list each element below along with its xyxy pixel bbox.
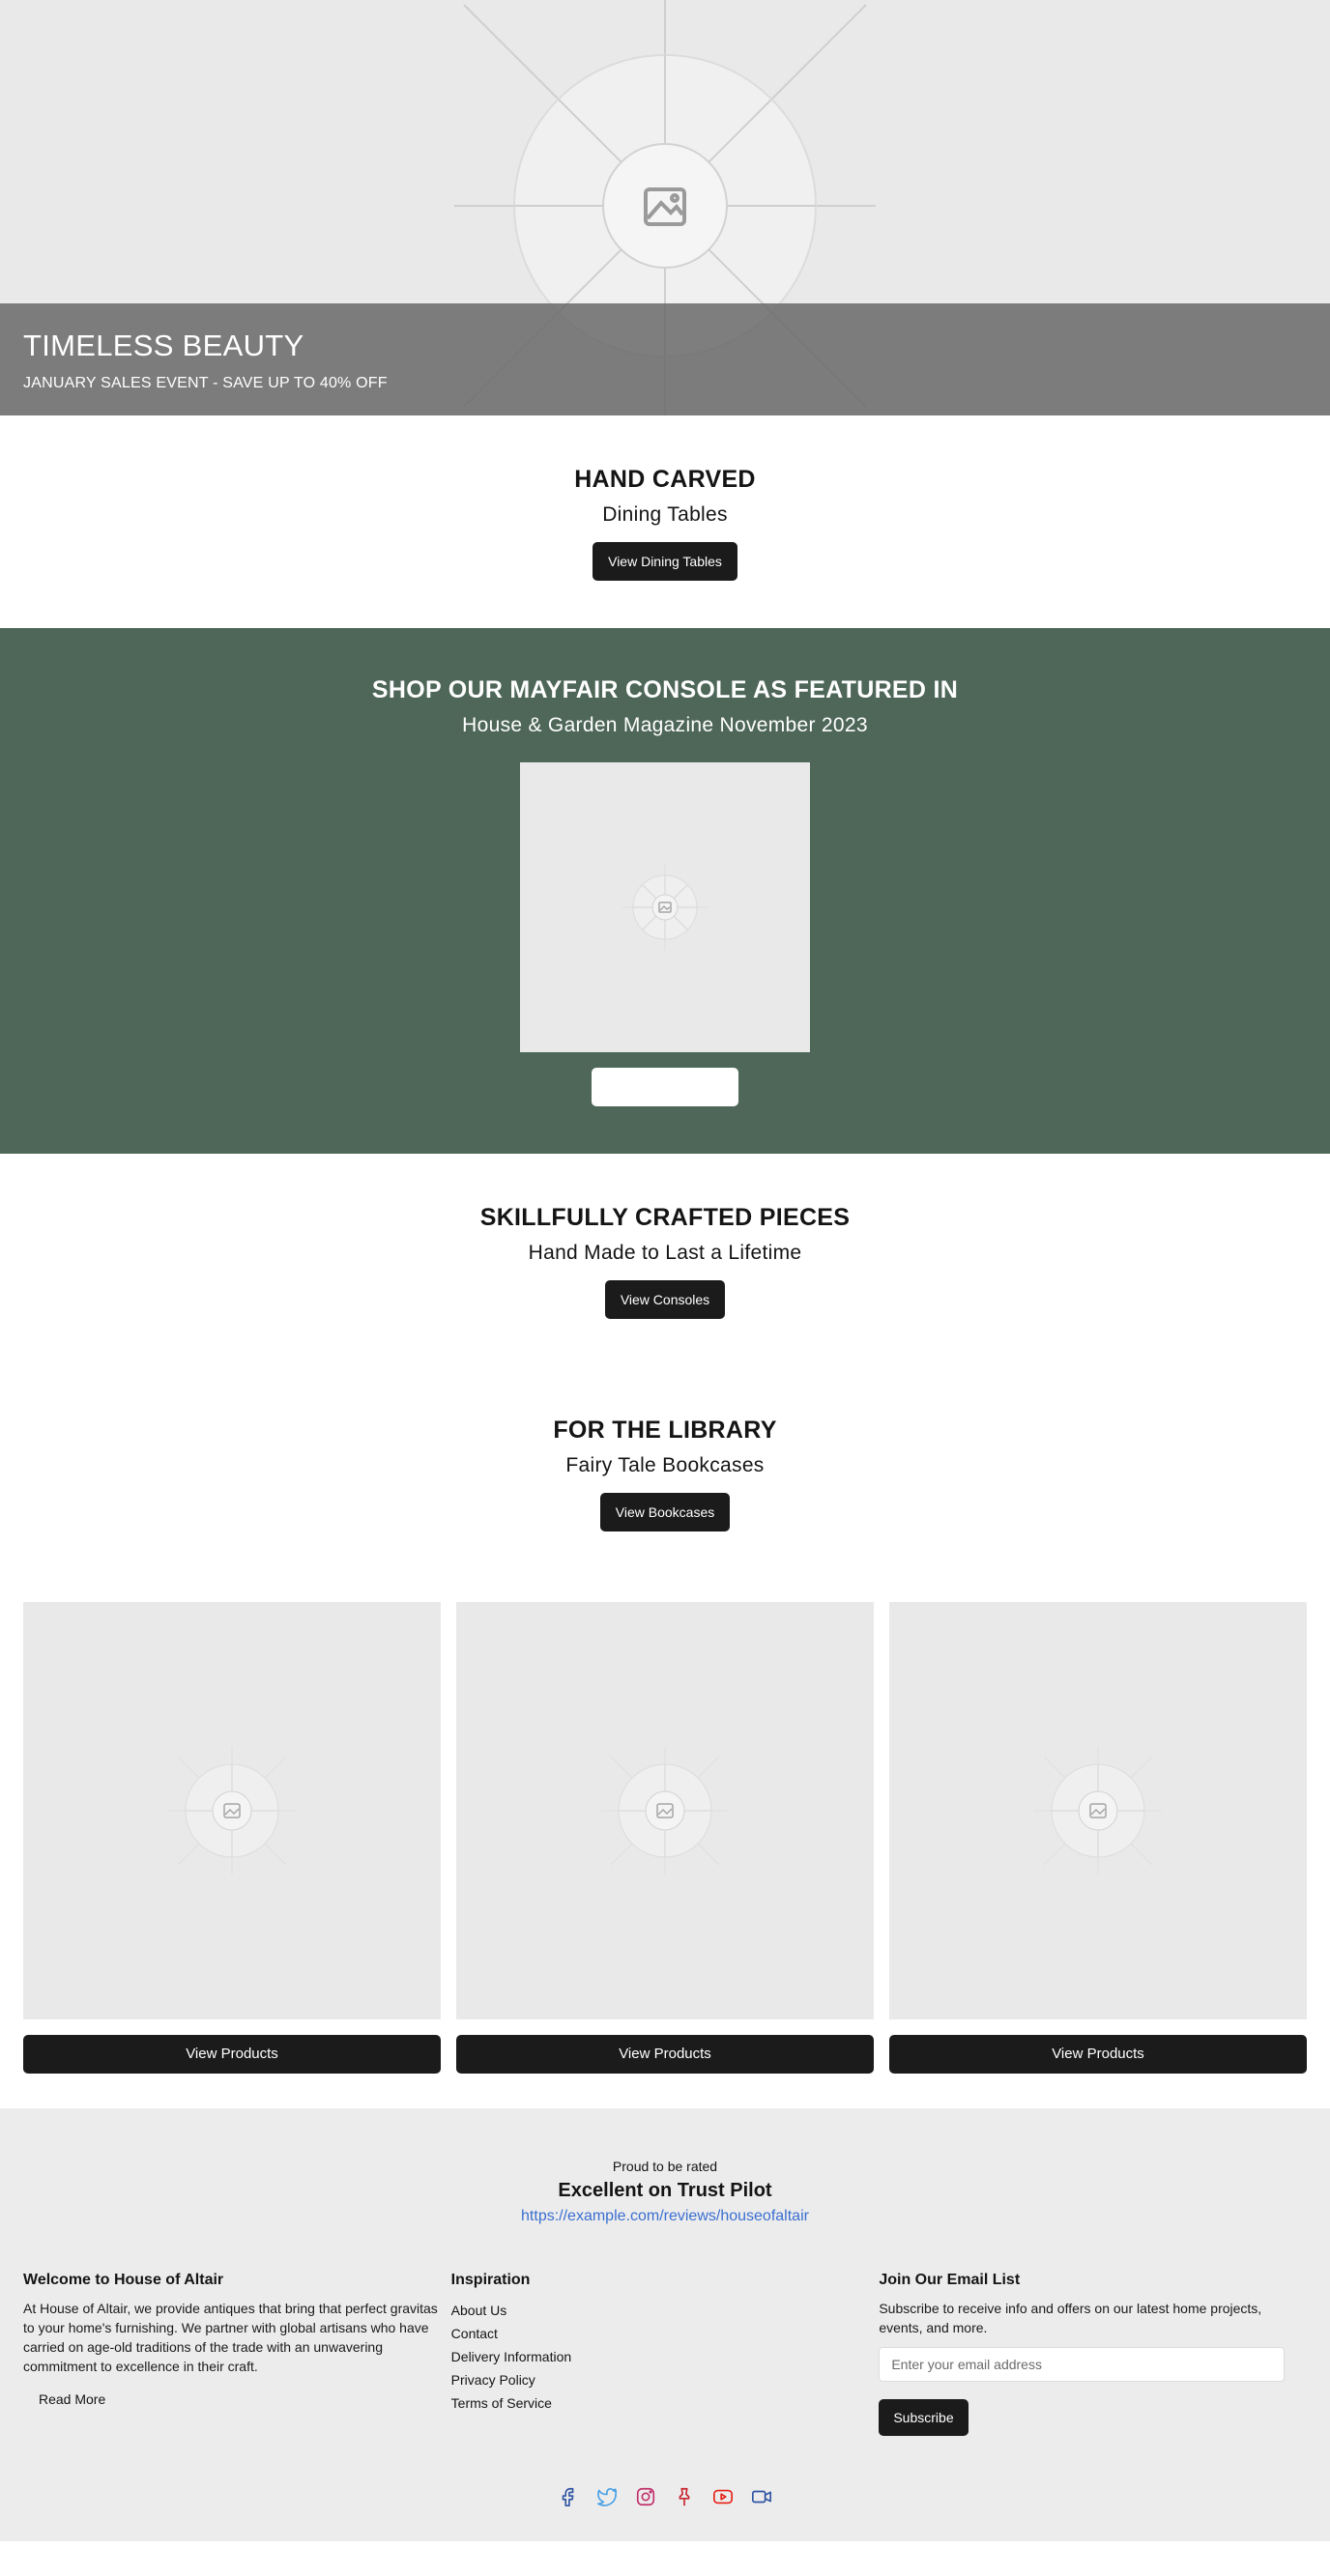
featured-section: SHOP OUR MAYFAIR CONSOLE AS FEATURED IN … bbox=[0, 628, 1330, 1154]
section-title: SKILLFULLY CRAFTED PIECES bbox=[479, 1204, 851, 1231]
inspiration-links: About Us Contact Delivery Information Pr… bbox=[451, 2299, 880, 2415]
section-subtitle: Fairy Tale Bookcases bbox=[565, 1454, 765, 1476]
hero-subtitle: JANUARY SALES EVENT - SAVE UP TO 40% OFF bbox=[23, 375, 388, 391]
video-icon[interactable] bbox=[751, 2486, 772, 2507]
footer-link-contact[interactable]: Contact bbox=[451, 2322, 880, 2345]
footer-link-about-us[interactable]: About Us bbox=[451, 2299, 880, 2322]
email-field[interactable] bbox=[879, 2347, 1286, 2382]
view-products-button[interactable]: View Products bbox=[889, 2035, 1307, 2074]
social-links bbox=[0, 2486, 1330, 2507]
product-image-placeholder[interactable] bbox=[23, 1602, 441, 2019]
email-column: Join Our Email List Subscribe to receive… bbox=[879, 2272, 1307, 2436]
about-text: At House of Altair, we provide antiques … bbox=[23, 2301, 438, 2374]
trust-pilot-rating: Proud to be rated Excellent on Trust Pil… bbox=[0, 2159, 1330, 2225]
section-subtitle: House & Garden Magazine November 2023 bbox=[462, 714, 868, 736]
subscribe-button[interactable]: Subscribe bbox=[879, 2399, 969, 2436]
site-footer: Proud to be rated Excellent on Trust Pil… bbox=[0, 2108, 1330, 2541]
trust-title: Excellent on Trust Pilot bbox=[558, 2180, 772, 2201]
trust-pre-text: Proud to be rated bbox=[612, 2159, 718, 2174]
product-grid: View Products View Products View Product… bbox=[0, 1589, 1330, 2108]
view-dining-tables-button[interactable]: View Dining Tables bbox=[593, 542, 737, 581]
view-products-button[interactable]: View Products bbox=[456, 2035, 874, 2074]
library-section: FOR THE LIBRARY Fairy Tale Bookcases Vie… bbox=[0, 1366, 1330, 1589]
section-title: FOR THE LIBRARY bbox=[553, 1417, 777, 1444]
read-more-link[interactable]: Read More bbox=[39, 2391, 105, 2407]
footer-columns: Welcome to House of Altair At House of A… bbox=[0, 2272, 1330, 2436]
youtube-icon[interactable] bbox=[712, 2486, 734, 2507]
product-card: View Products bbox=[456, 1602, 874, 2108]
email-text: Subscribe to receive info and offers on … bbox=[879, 2301, 1262, 2335]
view-bookcases-button[interactable]: View Bookcases bbox=[599, 1493, 731, 1531]
product-card: View Products bbox=[23, 1602, 441, 2108]
hero-banner: TIMELESS BEAUTY JANUARY SALES EVENT - SA… bbox=[0, 0, 1330, 415]
hand-carved-section: HAND CARVED Dining Tables View Dining Ta… bbox=[0, 415, 1330, 628]
facebook-icon[interactable] bbox=[558, 2486, 579, 2507]
email-heading: Join Our Email List bbox=[879, 2272, 1021, 2288]
pinterest-icon[interactable] bbox=[674, 2486, 695, 2507]
product-card: View Products bbox=[889, 1602, 1307, 2108]
about-heading: Welcome to House of Altair bbox=[23, 2272, 224, 2288]
about-column: Welcome to House of Altair At House of A… bbox=[23, 2272, 451, 2436]
hero-title: TIMELESS BEAUTY bbox=[23, 329, 304, 362]
section-subtitle: Dining Tables bbox=[602, 503, 728, 526]
trust-pilot-link[interactable]: https://example.com/reviews/houseofaltai… bbox=[521, 2208, 809, 2225]
footer-link-terms[interactable]: Terms of Service bbox=[451, 2391, 880, 2415]
footer-link-privacy[interactable]: Privacy Policy bbox=[451, 2368, 880, 2391]
inspiration-heading: Inspiration bbox=[450, 2272, 531, 2288]
inspiration-column: Inspiration About Us Contact Delivery In… bbox=[451, 2272, 880, 2436]
section-subtitle: Hand Made to Last a Lifetime bbox=[528, 1242, 802, 1264]
hero-caption: TIMELESS BEAUTY JANUARY SALES EVENT - SA… bbox=[0, 303, 1330, 415]
product-image-placeholder[interactable] bbox=[456, 1602, 874, 2019]
section-title: SHOP OUR MAYFAIR CONSOLE AS FEATURED IN bbox=[371, 676, 959, 703]
featured-shop-button[interactable] bbox=[592, 1068, 738, 1106]
instagram-icon[interactable] bbox=[635, 2486, 656, 2507]
featured-image-placeholder[interactable] bbox=[520, 762, 810, 1052]
product-image-placeholder[interactable] bbox=[889, 1602, 1307, 2019]
view-products-button[interactable]: View Products bbox=[23, 2035, 441, 2074]
twitter-icon[interactable] bbox=[596, 2486, 618, 2507]
section-title: HAND CARVED bbox=[574, 466, 756, 493]
view-consoles-button[interactable]: View Consoles bbox=[604, 1280, 726, 1319]
crafted-section: SKILLFULLY CRAFTED PIECES Hand Made to L… bbox=[0, 1154, 1330, 1366]
footer-link-delivery[interactable]: Delivery Information bbox=[451, 2345, 880, 2368]
